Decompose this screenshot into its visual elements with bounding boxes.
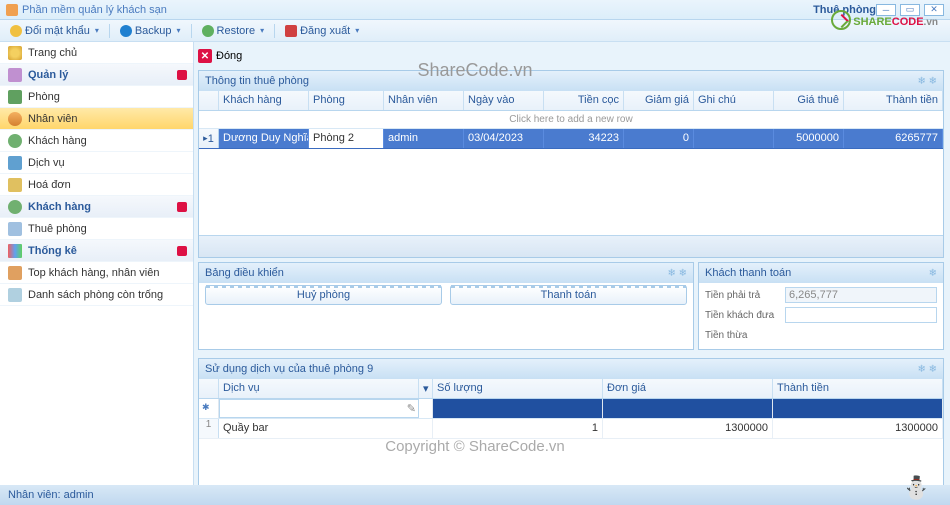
active-tab-title: Thuê phòng [813, 4, 876, 16]
service-grid-header: Dịch vụ ▾ Số lượng Đơn giá Thành tiền [199, 379, 943, 399]
rent-icon [8, 222, 22, 236]
logout-icon [285, 25, 297, 37]
room-icon [8, 90, 22, 104]
content-area: ✕ Đóng Thông tin thuê phòng ❄ ❄ Khách hà… [194, 42, 950, 485]
list-icon [8, 288, 22, 302]
sidebar-item-label: Khách hàng [28, 201, 91, 213]
sidebar-item-9[interactable]: Thống kê [0, 240, 193, 262]
manage-icon [8, 68, 22, 82]
menubar: Đổi mật khẩu▾ Backup▾ Restore▾ Đăng xuất… [0, 20, 950, 42]
staff-icon [8, 112, 22, 126]
snowflake-icon: ❄ ❄ [917, 76, 937, 87]
payment-due-field [785, 287, 937, 303]
sidebar-item-1[interactable]: Quản lý [0, 64, 193, 86]
sidebar-item-label: Thống kê [28, 245, 77, 257]
logout-menu[interactable]: Đăng xuất▾ [281, 23, 363, 39]
app-icon [6, 4, 18, 16]
sidebar-item-2[interactable]: Phòng [0, 86, 193, 108]
payment-due-label: Tiền phải trả [705, 290, 785, 301]
service-grid-newrow[interactable]: ✱ ✎ [199, 399, 943, 419]
staff-status-label: Nhân viên: admin [8, 489, 94, 501]
rental-grid-footer [199, 235, 943, 257]
rental-info-panel: Thông tin thuê phòng ❄ ❄ Khách hàng Phòn… [198, 70, 944, 258]
sidebar-item-10[interactable]: Top khách hàng, nhân viên [0, 262, 193, 284]
collapse-badge[interactable] [177, 202, 187, 212]
sidebar-item-label: Hoá đơn [28, 179, 71, 191]
restore-icon [202, 25, 214, 37]
sidebar: Trang chủ Quản lý Phòng Nhân viên Khách hàng… [0, 42, 194, 485]
restore-menu[interactable]: Restore▾ [198, 23, 269, 39]
sidebar-item-label: Dịch vụ [28, 157, 65, 169]
statusbar: Nhân viên: admin ⛄ [0, 485, 950, 505]
key-icon [10, 25, 22, 37]
snowman-icon: ⛄ [903, 475, 930, 501]
sidebar-item-label: Danh sách phòng còn trống [28, 289, 163, 301]
rental-grid-newrow[interactable]: Click here to add a new row [199, 111, 943, 129]
maximize-button[interactable]: ▭ [900, 4, 920, 16]
backup-menu[interactable]: Backup▾ [116, 23, 185, 39]
collapse-badge[interactable] [177, 70, 187, 80]
service-panel: Sử dụng dịch vụ của thuê phòng 9❄ ❄ Dịch… [198, 358, 944, 485]
sidebar-item-label: Thuê phòng [28, 223, 87, 235]
sidebar-item-5[interactable]: Dịch vụ [0, 152, 193, 174]
control-panel: Bảng điều khiển❄ ❄ Huỷ phòng Thanh toán [198, 262, 694, 350]
top-icon [8, 266, 22, 280]
titlebar: Phần mềm quản lý khách sạn Thuê phòng ─ … [0, 0, 950, 20]
pay-button[interactable]: Thanh toán [450, 285, 687, 305]
home-icon [8, 46, 22, 60]
sidebar-item-label: Quản lý [28, 69, 68, 81]
sidebar-item-label: Nhân viên [28, 113, 78, 125]
app-title: Phần mềm quản lý khách sạn [22, 4, 783, 16]
pencil-icon: ✎ [407, 402, 416, 415]
payment-given-input[interactable] [785, 307, 937, 323]
sidebar-item-7[interactable]: Khách hàng [0, 196, 193, 218]
cust-icon [8, 134, 22, 148]
stats-icon [8, 244, 22, 258]
close-tab-button[interactable]: ✕ Đóng [198, 46, 944, 66]
sidebar-item-0[interactable]: Trang chủ [0, 42, 193, 64]
change-password-menu[interactable]: Đổi mật khẩu▾ [6, 23, 103, 39]
sidebar-item-label: Top khách hàng, nhân viên [28, 267, 160, 279]
rental-info-header: Thông tin thuê phòng ❄ ❄ [199, 71, 943, 91]
backup-icon [120, 25, 132, 37]
sidebar-item-4[interactable]: Khách hàng [0, 130, 193, 152]
close-window-button[interactable]: ✕ [924, 4, 944, 16]
sidebar-item-label: Khách hàng [28, 135, 87, 147]
sidebar-item-6[interactable]: Hoá đơn [0, 174, 193, 196]
minimize-button[interactable]: ─ [876, 4, 896, 16]
service-grid-row[interactable]: 1 Quầy bar 1 1300000 1300000 [199, 419, 943, 439]
service-icon [8, 156, 22, 170]
payment-panel: Khách thanh toán❄ Tiền phải trả Tiền khá… [698, 262, 944, 350]
rental-grid-header: Khách hàng Phòng Nhân viên Ngày vào Tiền… [199, 91, 943, 111]
cancel-room-button[interactable]: Huỷ phòng [205, 285, 442, 305]
rental-grid-row[interactable]: ▸1 Dương Duy Nghĩa Phòng 2 admin 03/04/2… [199, 129, 943, 149]
sidebar-item-11[interactable]: Danh sách phòng còn trống [0, 284, 193, 306]
invoice-icon [8, 178, 22, 192]
payment-given-label: Tiền khách đưa [705, 310, 785, 321]
payment-change-label: Tiền thừa [705, 330, 785, 341]
cust-icon [8, 200, 22, 214]
collapse-badge[interactable] [177, 246, 187, 256]
sidebar-item-label: Trang chủ [28, 47, 77, 59]
close-icon: ✕ [198, 49, 212, 63]
sidebar-item-8[interactable]: Thuê phòng [0, 218, 193, 240]
sidebar-item-3[interactable]: Nhân viên [0, 108, 193, 130]
sidebar-item-label: Phòng [28, 91, 60, 103]
